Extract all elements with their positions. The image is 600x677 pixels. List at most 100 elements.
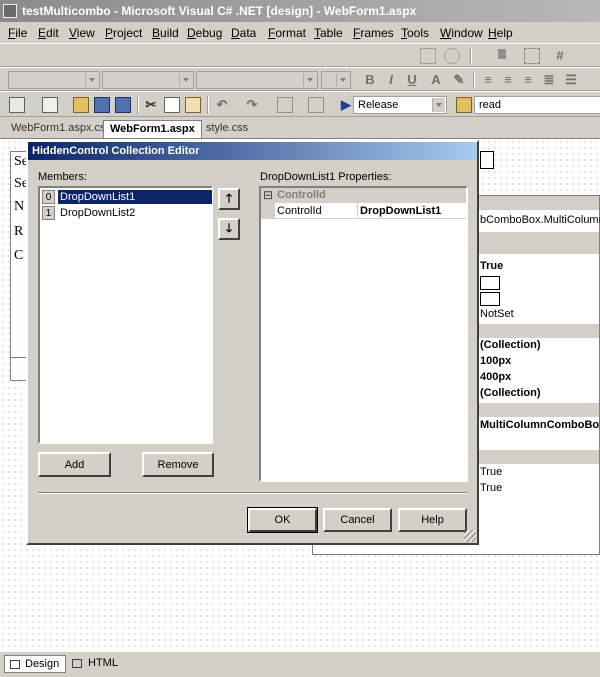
members-listbox[interactable]: 0 DropDownList1 1 DropDownList2 [38, 186, 213, 444]
property-value[interactable]: True [480, 466, 502, 478]
ok-button[interactable]: OK [247, 507, 318, 533]
members-label: Members: [38, 171, 87, 183]
snap-icon[interactable] [444, 48, 460, 64]
property-value[interactable]: (Collection) [480, 339, 541, 351]
list-item[interactable]: 0 DropDownList1 [42, 190, 212, 205]
menu-view[interactable]: View [69, 26, 95, 40]
list-item-name: DropDownList2 [60, 207, 136, 219]
menu-frames[interactable]: Frames [353, 26, 394, 40]
block-format-select[interactable] [8, 71, 100, 89]
property-type-text: bComboBox.MultiColumnC [480, 214, 600, 226]
tab-webform-cs[interactable]: WebForm1.aspx.cs [5, 120, 112, 138]
menu-edit[interactable]: Edit [38, 26, 59, 40]
menu-format[interactable]: Format [268, 26, 306, 40]
toolbar-separator [470, 47, 472, 65]
property-grid[interactable]: ⊟ ControlId ControlId DropDownList1 [259, 186, 468, 482]
designer-control[interactable] [480, 151, 494, 169]
align-left-icon[interactable]: ≡ [480, 72, 496, 88]
redo-icon[interactable]: ↷ [244, 97, 260, 113]
arrow-up-icon: 🡑 [225, 191, 233, 205]
property-value[interactable]: True [480, 260, 503, 272]
collapse-icon[interactable]: ⊟ [263, 188, 273, 202]
menu-window[interactable]: Window [440, 26, 483, 40]
property-value[interactable]: NotSet [480, 308, 514, 320]
new-project-icon[interactable] [9, 97, 25, 113]
undo-icon[interactable]: ↶ [214, 97, 230, 113]
font-name-select[interactable] [102, 71, 194, 89]
tab-design[interactable]: Design [4, 655, 67, 673]
grid-icon[interactable] [420, 48, 436, 64]
move-up-button[interactable]: 🡑 [218, 188, 240, 210]
property-value[interactable]: 100px [480, 355, 511, 367]
view-switcher: Design HTML [0, 651, 600, 677]
menu-table[interactable]: Table [314, 26, 343, 40]
designer-row-label: C [14, 248, 24, 263]
move-down-button[interactable]: 🡓 [218, 218, 240, 240]
color-swatch[interactable] [480, 276, 500, 290]
toolbar-layout: # [0, 43, 600, 67]
find-input[interactable]: read [474, 96, 600, 114]
navigate-forward-icon[interactable] [308, 97, 324, 113]
property-value[interactable]: MultiColumnComboBox [480, 419, 600, 431]
menu-debug[interactable]: Debug [187, 26, 222, 40]
collection-editor-dialog: HiddenControl Collection Editor Members:… [26, 140, 479, 545]
highlight-icon[interactable]: ✎ [451, 72, 467, 88]
property-value[interactable]: (Collection) [480, 387, 541, 399]
open-folder-icon[interactable] [73, 97, 89, 113]
property-category-row[interactable]: ⊟ ControlId [261, 188, 466, 203]
font-size-select[interactable] [196, 71, 318, 89]
property-row[interactable]: ControlId DropDownList1 [261, 203, 466, 219]
resize-grip[interactable] [464, 530, 476, 542]
font-style-select[interactable] [321, 71, 351, 89]
find-in-files-icon[interactable] [456, 97, 472, 113]
numbered-list-icon[interactable]: ☰ [563, 72, 579, 88]
cut-icon[interactable]: ✂ [143, 97, 159, 113]
menu-bar: File Edit View Project Build Debug Data … [0, 22, 600, 43]
tab-html[interactable]: HTML [68, 655, 124, 673]
menu-tools[interactable]: Tools [401, 26, 429, 40]
copy-icon[interactable] [164, 97, 180, 113]
bold-icon[interactable]: B [362, 72, 378, 88]
remove-button[interactable]: Remove [142, 452, 214, 477]
solution-config-value: Release [358, 99, 399, 111]
help-button[interactable]: Help [398, 508, 467, 532]
lock-icon[interactable] [498, 49, 506, 59]
list-item[interactable]: 1 DropDownList2 [42, 206, 210, 221]
menu-build[interactable]: Build [152, 26, 179, 40]
solution-config-select[interactable]: Release [353, 96, 447, 114]
underline-icon[interactable]: U [404, 72, 420, 88]
html-view-icon [72, 659, 82, 668]
menu-data[interactable]: Data [231, 26, 256, 40]
start-icon[interactable]: ▶ [338, 97, 354, 113]
table-grid-icon[interactable]: # [552, 48, 568, 64]
tab-webform-aspx[interactable]: WebForm1.aspx [103, 120, 202, 138]
cancel-button[interactable]: Cancel [323, 508, 392, 532]
align-center-icon[interactable]: ≡ [500, 72, 516, 88]
add-item-icon[interactable] [42, 97, 58, 113]
italic-icon[interactable]: I [383, 72, 399, 88]
window-title: testMulticombo - Microsoft Visual C# .NE… [22, 4, 417, 18]
save-icon[interactable] [94, 97, 110, 113]
property-value[interactable]: 400px [480, 371, 511, 383]
toolbar-separator [207, 96, 209, 114]
justify-icon[interactable]: ≣ [541, 72, 557, 88]
list-item-index: 1 [42, 206, 55, 220]
menu-file[interactable]: File [8, 26, 27, 40]
menu-project[interactable]: Project [105, 26, 142, 40]
color-swatch[interactable] [480, 292, 500, 306]
property-value-controlid[interactable]: DropDownList1 [360, 205, 441, 217]
align-right-icon[interactable]: ≡ [520, 72, 536, 88]
dialog-title-bar[interactable]: HiddenControl Collection Editor [28, 142, 477, 160]
tab-html-label: HTML [88, 657, 118, 669]
navigate-back-icon[interactable] [277, 97, 293, 113]
dialog-title: HiddenControl Collection Editor [32, 145, 200, 157]
property-row-margin [261, 203, 275, 219]
property-value[interactable]: True [480, 482, 502, 494]
menu-help[interactable]: Help [488, 26, 513, 40]
add-button[interactable]: Add [38, 452, 111, 477]
tab-style-css[interactable]: style.css [200, 120, 254, 138]
save-all-icon[interactable] [115, 97, 131, 113]
show-grid-icon[interactable] [524, 48, 540, 64]
font-color-icon[interactable]: A [428, 72, 444, 88]
paste-icon[interactable] [185, 97, 201, 113]
